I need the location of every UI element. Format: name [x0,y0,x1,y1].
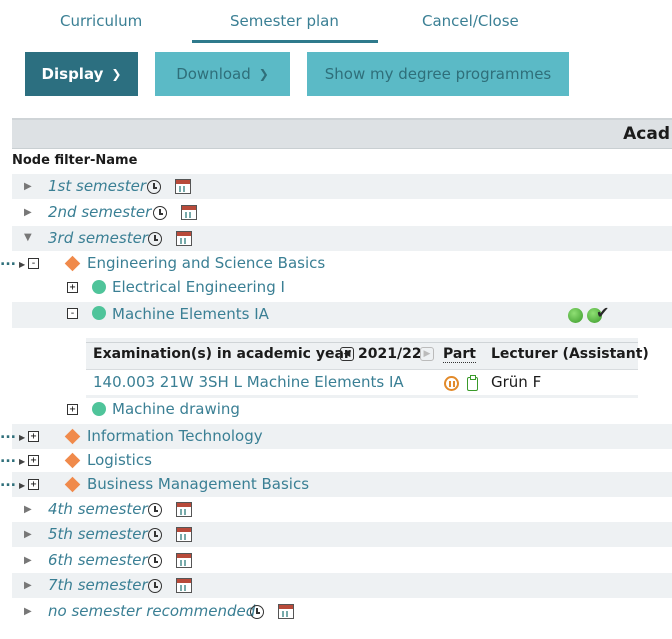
expand-triangle-icon[interactable]: ▶ [24,580,32,591]
previous-year-icon[interactable]: ◀ [340,347,354,361]
more-icon[interactable]: ... [0,450,16,466]
download-button-label: Download [176,65,251,83]
node-engineering-science-basics[interactable]: Engineering and Science Basics [87,254,325,272]
academic-year-value: 2021/22 [358,346,422,362]
expand-box-icon[interactable]: + [28,479,39,490]
expand-triangle-icon[interactable]: ▶ [24,529,32,540]
academic-year-header: Acad [623,124,670,144]
more-icon[interactable]: ... [0,426,16,442]
node-machine-elements[interactable]: Machine Elements IA [112,305,269,323]
clock-icon[interactable] [250,605,264,619]
chevron-down-icon: ❯ [258,67,269,81]
check-icon: ✔ [596,303,610,322]
header-divider [12,148,672,152]
tab-cancel-close[interactable]: Cancel/Close [422,12,519,30]
download-button[interactable]: Download ❯ [155,52,290,96]
expand-triangle-icon[interactable]: ▶ [24,555,32,566]
expand-box-icon[interactable]: + [28,431,39,442]
table-header-band [12,118,672,148]
collapse-triangle-icon[interactable]: ▼ [24,232,32,243]
clock-icon[interactable] [148,528,162,542]
clock-icon[interactable] [148,579,162,593]
node-filter-label: Node filter-Name [12,153,138,168]
calendar-icon[interactable] [175,179,191,194]
expand-triangle-icon[interactable]: ▶ [24,504,32,515]
calendar-icon[interactable] [176,502,192,517]
exam-course-link[interactable]: 140.003 21W 3SH L Machine Elements IA [93,373,404,391]
expand-triangle-icon: ▶ [19,260,26,269]
semester-label[interactable]: 6th semester [48,551,148,569]
clock-icon[interactable] [148,232,162,246]
expand-triangle-icon: ▶ [19,457,26,466]
lecturer-name: Grün F [491,373,542,391]
display-button[interactable]: Display ❯ [25,52,138,96]
clock-icon[interactable] [148,503,162,517]
expand-box-icon[interactable]: + [67,282,78,293]
exam-col-header: Examination(s) in academic year [93,346,351,362]
expand-triangle-icon[interactable]: ▶ [24,181,32,192]
calendar-icon[interactable] [181,205,197,220]
semester-label[interactable]: 1st semester [48,177,146,195]
chevron-down-icon: ❯ [111,67,122,81]
expand-box-icon[interactable]: + [28,455,39,466]
more-icon[interactable]: ... [0,253,16,269]
course-dot-icon [92,402,106,416]
module-diamond-icon [64,452,81,469]
semester-label[interactable]: no semester recommended [48,602,255,620]
active-tab-indicator [192,40,378,43]
expand-triangle-icon[interactable]: ▶ [24,207,32,218]
calendar-icon[interactable] [176,553,192,568]
lecturer-col-header: Lecturer (Assistant) [491,346,649,362]
node-row [12,276,672,301]
more-icon[interactable]: ... [0,474,16,490]
info-ball-icon[interactable] [568,308,583,323]
next-year-icon: ▶ [420,347,434,361]
semester-label[interactable]: 5th semester [48,525,148,543]
tab-curriculum[interactable]: Curriculum [60,12,142,30]
calendar-icon[interactable] [176,578,192,593]
clock-icon[interactable] [148,554,162,568]
expand-triangle-icon: ▶ [19,433,26,442]
semester-label[interactable]: 4th semester [48,500,148,518]
expand-triangle-icon[interactable]: ▶ [24,606,32,617]
course-dot-icon [92,306,106,320]
clock-icon[interactable] [153,206,167,220]
semester-label[interactable]: 2nd semester [48,203,151,221]
show-degree-programmes-label: Show my degree programmes [324,65,552,83]
expand-box-icon[interactable]: + [67,404,78,415]
node-business-management[interactable]: Business Management Basics [87,475,309,493]
clock-icon[interactable] [147,180,161,194]
module-diamond-icon [64,255,81,272]
calendar-icon[interactable] [278,604,294,619]
node-machine-drawing[interactable]: Machine drawing [112,400,240,418]
calendar-icon[interactable] [176,231,192,246]
node-electrical-engineering[interactable]: Electrical Engineering I [112,278,285,296]
tab-semester-plan[interactable]: Semester plan [230,12,339,30]
show-degree-programmes-button[interactable]: Show my degree programmes [307,52,569,96]
calendar-icon[interactable] [176,527,192,542]
clipboard-icon[interactable] [467,375,478,391]
node-information-technology[interactable]: Information Technology [87,427,263,445]
display-button-label: Display [41,65,104,83]
expand-triangle-icon: ▶ [19,481,26,490]
part-col-header: Part [443,346,476,363]
pause-icon[interactable] [444,376,459,391]
semester-label[interactable]: 7th semester [48,576,148,594]
collapse-box-icon[interactable]: - [28,258,39,269]
collapse-box-icon[interactable]: - [67,308,78,319]
semester-label[interactable]: 3rd semester [48,229,148,247]
node-logistics[interactable]: Logistics [87,451,152,469]
course-dot-icon [92,280,106,294]
